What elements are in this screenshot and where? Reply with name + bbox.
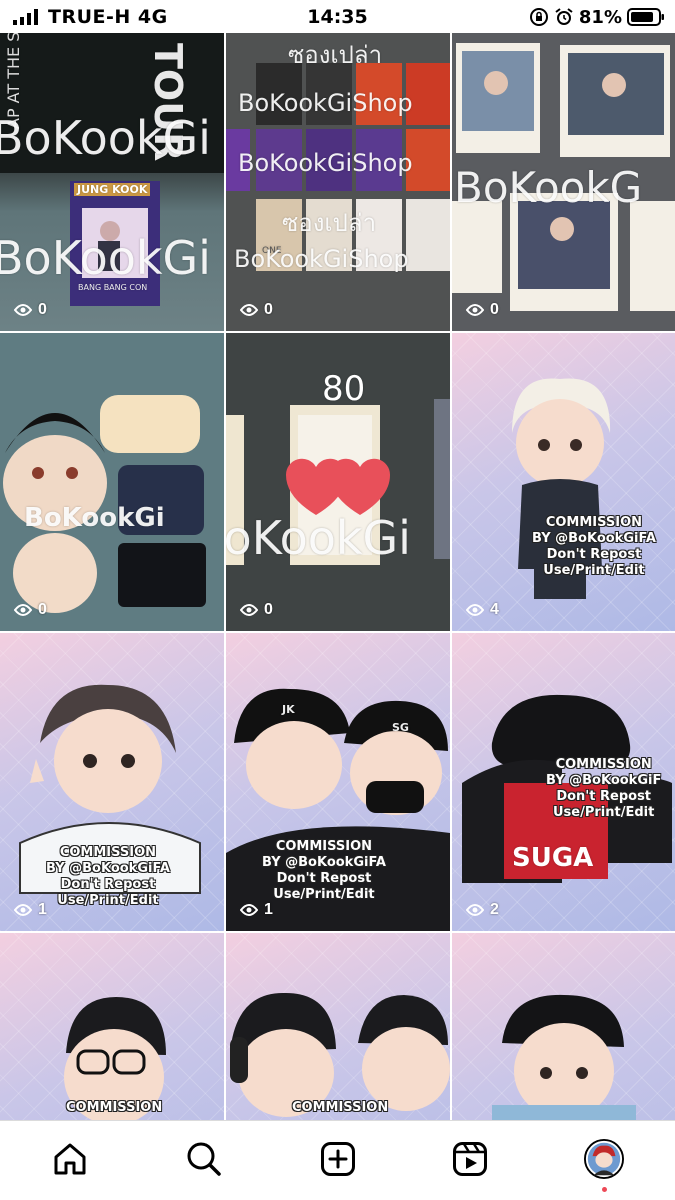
view-count: 2 <box>466 901 499 919</box>
view-count-value: 0 <box>490 301 499 318</box>
play-count-icon <box>240 604 258 616</box>
view-count: 0 <box>14 601 47 619</box>
play-count-icon <box>466 304 484 316</box>
view-count: 0 <box>14 301 47 319</box>
play-count-icon <box>240 904 258 916</box>
watermark: BoKookG <box>454 163 643 212</box>
post-text: SG <box>392 721 409 734</box>
commission-line: COMMISSION <box>59 845 157 860</box>
battery-icon <box>627 8 664 26</box>
commission-line: COMMISSION <box>292 1100 389 1115</box>
commission-line: BY @BoKookGiFA <box>262 855 386 870</box>
grid-post[interactable]: COMMISSION BY @BoKookGiFA Don't Repost U… <box>0 633 224 931</box>
view-count-value: 0 <box>264 301 273 318</box>
view-count: 1 <box>14 901 47 919</box>
reels-icon[interactable] <box>450 1139 490 1179</box>
alarm-icon <box>555 8 573 25</box>
post-grid: AP AT THE SOU TOUR JUNG KOOK BANG BANG C… <box>0 33 675 1120</box>
commission-notice: COMMISSION BY @BoKookGiFA Don't Repost U… <box>262 839 386 903</box>
watermark: BoKookGi <box>24 503 165 533</box>
commission-line: Use/Print/Edit <box>543 563 645 578</box>
post-text: 80 <box>322 369 366 409</box>
commission-line: Use/Print/Edit <box>57 893 159 908</box>
view-count: 0 <box>240 301 273 319</box>
search-icon[interactable] <box>184 1139 224 1179</box>
commission-line: COMMISSION <box>275 839 373 854</box>
view-count-value: 4 <box>490 601 499 618</box>
commission-line: COMMISSION <box>545 515 643 530</box>
play-count-icon <box>466 904 484 916</box>
play-count-icon <box>240 304 258 316</box>
notification-dot <box>602 1187 607 1192</box>
view-count-value: 2 <box>490 901 499 918</box>
orientation-lock-icon <box>529 8 548 26</box>
commission-line: Use/Print/Edit <box>273 887 375 902</box>
watermark: BoKookGiShop <box>234 245 409 273</box>
view-count-value: 0 <box>38 601 47 618</box>
play-count-icon <box>14 304 32 316</box>
watermark: ซองเปล่า <box>282 209 377 237</box>
commission-line: Don't Repost <box>556 789 652 804</box>
commission-line: Use/Print/Edit <box>553 805 655 820</box>
play-count-icon <box>14 904 32 916</box>
view-count: 1 <box>240 901 273 919</box>
grid-post[interactable]: AP AT THE SOU TOUR JUNG KOOK BANG BANG C… <box>0 33 224 331</box>
view-count: 0 <box>466 301 499 319</box>
commission-line: Don't Repost <box>546 547 642 562</box>
grid-post[interactable]: COMMISSION <box>226 933 450 1120</box>
commission-line: BY @BoKookGiF <box>546 773 662 788</box>
post-text: JK <box>282 703 295 716</box>
commission-line: Don't Repost <box>60 877 156 892</box>
play-count-icon <box>14 604 32 616</box>
status-bar: TRUE-H 4G 14:35 81% <box>0 0 675 33</box>
grid-post[interactable]: JK SG COMMISSION BY @BoKookGiFA Don't Re… <box>226 633 450 931</box>
battery-percent: 81% <box>578 6 622 28</box>
post-text: JUNG KOOK <box>74 183 151 196</box>
commission-notice: COMMISSION BY @BoKookGiFA Don't Repost U… <box>532 515 656 579</box>
home-icon[interactable] <box>50 1139 90 1179</box>
grid-post[interactable] <box>452 933 675 1120</box>
commission-line: COMMISSION <box>555 757 652 772</box>
grid-post[interactable]: SUGA COMMISSION BY @BoKookGiF Don't Repo… <box>452 633 675 931</box>
grid-post[interactable]: 80 BoKookGi 0 <box>226 333 450 631</box>
view-count: 0 <box>240 601 273 619</box>
watermark: BoKookGi <box>0 111 211 165</box>
commission-line: BY @BoKookGiFA <box>46 861 170 876</box>
view-count-value: 1 <box>264 901 273 918</box>
watermark: ซองเปล่า <box>288 41 383 69</box>
commission-notice: COMMISSION <box>66 1100 162 1116</box>
grid-post[interactable]: COMMISSION <box>0 933 224 1120</box>
watermark: BoKookGiShop <box>238 89 413 117</box>
commission-line: COMMISSION <box>66 1100 163 1115</box>
watermark: BoKookGi <box>226 511 411 565</box>
commission-line: BY @BoKookGiFA <box>532 531 656 546</box>
grid-post[interactable]: COMMISSION BY @BoKookGiFA Don't Repost U… <box>452 333 675 631</box>
commission-notice: COMMISSION BY @BoKookGiF Don't Repost Us… <box>546 757 661 821</box>
grid-post[interactable]: ONE ซองเปล่า BoKookGiShop BoKookGiShop ซ… <box>226 33 450 331</box>
commission-notice: COMMISSION <box>292 1100 388 1116</box>
commission-line: Don't Repost <box>276 871 372 886</box>
view-count-value: 0 <box>38 301 47 318</box>
view-count: 4 <box>466 601 499 619</box>
play-count-icon <box>466 604 484 616</box>
watermark: BoKookGiShop <box>238 149 413 177</box>
new-post-icon[interactable] <box>318 1139 358 1179</box>
bottom-nav <box>0 1120 675 1200</box>
view-count-value: 1 <box>38 901 47 918</box>
view-count-value: 0 <box>264 601 273 618</box>
grid-post[interactable]: BoKookG 0 <box>452 33 675 331</box>
watermark: BoKookGi <box>0 231 211 285</box>
profile-avatar[interactable] <box>584 1139 624 1179</box>
post-text: SUGA <box>512 843 594 873</box>
grid-post[interactable]: BoKookGi 0 <box>0 333 224 631</box>
commission-notice: COMMISSION BY @BoKookGiFA Don't Repost U… <box>46 845 170 909</box>
